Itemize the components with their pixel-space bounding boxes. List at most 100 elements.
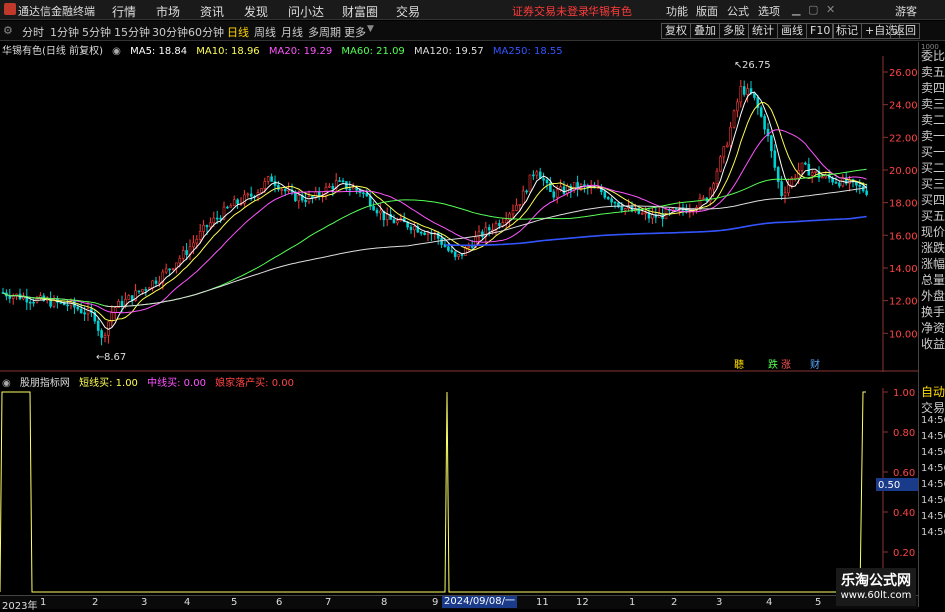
adjust-button[interactable]: 复权 [661,23,691,39]
quote-panel-item[interactable]: 买四 [921,191,945,208]
menu-formula[interactable]: 公式 [727,3,749,19]
quote-panel-item[interactable]: 14:56 [921,511,945,522]
candle-body [83,312,86,315]
period-more[interactable]: 更多 [344,24,366,40]
quote-panel-item[interactable]: 涨跌 [921,239,945,256]
quote-panel-item[interactable]: 14:56 [921,495,945,506]
quote-panel-item[interactable]: 卖一 [921,127,945,144]
period-1min[interactable]: 1分钟 [50,24,79,40]
f10-button[interactable]: F10 [806,23,835,39]
time-axis-label: 9 [432,597,439,608]
candle-body [348,188,352,191]
candle-body [66,304,69,307]
time-axis-label: 5 [815,597,822,608]
candle-body [287,189,290,192]
close-icon[interactable]: ✕ [826,3,835,16]
menu-layout[interactable]: 版面 [696,3,718,19]
overlay-button[interactable]: 叠加 [690,23,720,39]
candle-body [249,193,253,197]
period-15min[interactable]: 15分钟 [114,24,150,40]
draw-line-button[interactable]: 画线 [777,23,807,39]
multi-stock-button[interactable]: 多股 [719,23,749,39]
quote-panel-item[interactable]: 卖四 [921,79,945,96]
gear-icon[interactable]: ⚙ [3,24,13,37]
quote-panel-item[interactable]: 自动 [921,383,945,400]
quote-panel-item[interactable]: 换手 [921,303,945,320]
period-multi[interactable]: 多周期 [308,24,341,40]
quote-panel-item[interactable]: 涨幅 [921,255,945,272]
quote-panel-item[interactable]: 14:56 [921,479,945,490]
menu-market[interactable]: 市场 [156,3,180,20]
period-toolbar: ⚙ 分时 1分钟 5分钟 15分钟 30分钟 60分钟 日线 周线 月线 多周期… [0,21,945,41]
period-daily[interactable]: 日线 [227,24,249,40]
period-monthly[interactable]: 月线 [281,24,303,40]
period-30min[interactable]: 30分钟 [152,24,188,40]
menu-function[interactable]: 功能 [666,3,688,19]
event-marker-4[interactable]: 财 [810,358,820,371]
quote-panel-item[interactable]: 14:56 [921,527,945,538]
indicator-chart[interactable]: 1.00 0.80 0.60 0.40 0.20 0.50 [0,388,918,595]
menu-news[interactable]: 资讯 [200,3,224,20]
menu-ask[interactable]: 问小达 [288,3,324,20]
period-intraday[interactable]: 分时 [22,24,44,40]
menu-wealth[interactable]: 财富圈 [342,3,378,20]
period-weekly[interactable]: 周线 [254,24,276,40]
candle-body [651,214,654,219]
quote-panel-item[interactable]: 卖五 [921,63,945,80]
quote-panel-item[interactable]: 买一 [921,143,945,160]
period-60min[interactable]: 60分钟 [188,24,224,40]
minimize-icon[interactable]: ▁ [792,3,800,16]
quote-panel-item[interactable]: 卖三 [921,95,945,112]
candle-body [202,224,205,232]
candle-body [28,301,32,304]
candle-body [212,217,216,224]
event-marker-1[interactable]: 聽 [734,359,744,371]
quote-panel-item[interactable]: 14:56 [921,447,945,458]
quote-panel-item[interactable]: 净资 [921,319,945,336]
candle-body [620,206,624,211]
quote-panel-item[interactable]: 委比 [921,47,945,64]
quote-panel-item[interactable]: 14:56 [921,415,945,426]
back-button[interactable]: 返回 [890,23,920,39]
event-marker-2[interactable]: 跌 [768,358,778,371]
quote-panel-item[interactable]: 外盘 [921,287,945,304]
guest-label[interactable]: 游客 [895,3,917,19]
quote-panel-item[interactable]: 买三 [921,175,945,192]
period-5min[interactable]: 5分钟 [82,24,111,40]
candle-body [362,192,365,195]
watermark-line1: 乐淘公式网 [841,573,911,589]
indicator-tick-label: 0.20 [893,548,915,559]
quote-panel-item[interactable]: 14:56 [921,463,945,474]
quote-panel-item[interactable]: 收益 [921,335,945,352]
candle-body [481,231,484,237]
candle-body [171,268,175,270]
login-alert[interactable]: 证券交易未登录 [512,3,589,19]
chevron-down-icon[interactable]: ▼ [367,24,374,34]
quote-panel-item[interactable]: 买五 [921,207,945,224]
restore-icon[interactable]: ▢ [808,3,818,16]
quote-panel-item[interactable]: 总量 [921,271,945,288]
candle-body [379,210,382,214]
quote-panel-item[interactable]: 卖二 [921,111,945,128]
candle-body [562,186,566,194]
menu-options[interactable]: 选项 [758,3,780,19]
app-logo-icon [4,3,16,15]
candle-body [753,93,756,98]
quote-panel-item[interactable]: 买二 [921,159,945,176]
menu-discover[interactable]: 发现 [244,3,268,20]
menu-trade[interactable]: 交易 [396,3,420,20]
candle-body [460,254,464,256]
time-cursor: 2024/09/08/一 [442,596,518,608]
quote-panel-item[interactable]: 现价 [921,223,945,240]
candle-body [674,208,678,210]
candlestick-chart[interactable]: 26.00 24.00 22.00 20.00 18.00 16.00 14.00 12.00… [0,56,918,372]
candle-body [814,171,817,173]
menu-quotes[interactable]: 行情 [112,3,136,20]
mark-button[interactable]: 标记 [832,23,862,39]
event-marker-3[interactable]: 涨 [781,359,791,371]
time-axis-label: 1 [629,597,636,608]
quote-panel-item[interactable]: 14:56 [921,431,945,442]
stats-button[interactable]: 统计 [748,23,778,39]
low-arrow-icon: ← [96,352,104,363]
quote-panel-item[interactable]: 交易 [921,399,945,416]
